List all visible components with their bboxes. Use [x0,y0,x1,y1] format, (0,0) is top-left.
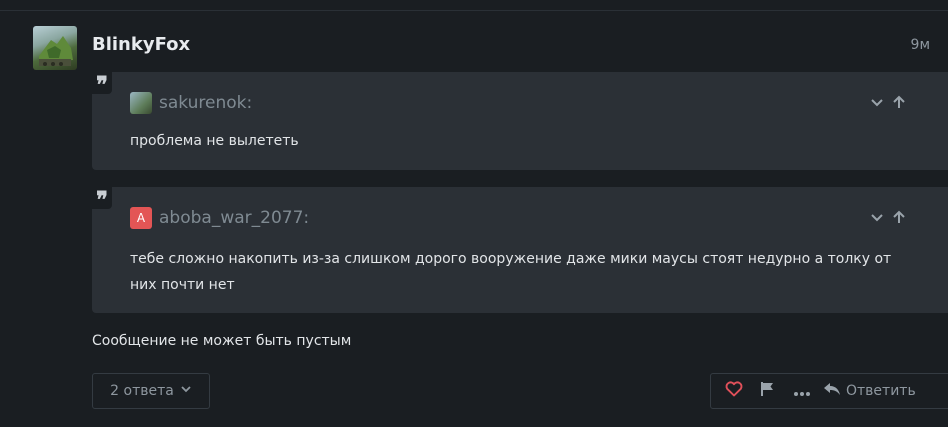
quote-username[interactable]: sakurenok: [159,93,252,113]
ellipsis-icon [793,382,811,401]
go-to-quote-arrow-icon[interactable] [891,94,907,110]
post-time[interactable]: 9м [911,37,930,53]
quote-header: A aboba_war_2077: [130,207,309,229]
quote-username[interactable]: aboba_war_2077: [159,208,309,228]
quote-block: ❞ A aboba_war_2077: тебе сложно накопить… [92,187,948,313]
quote-text: проблема не вылететь [130,133,299,149]
quote-user-avatar[interactable] [130,92,152,114]
quote-actions [869,94,907,110]
like-button[interactable] [721,374,747,408]
more-options-button[interactable] [787,374,817,408]
quote-actions [869,209,907,225]
report-button[interactable] [747,374,787,408]
quote-header: sakurenok: [130,92,252,114]
reply-label: Ответить [846,383,916,399]
flag-icon [759,381,775,401]
reply-arrow-icon [823,382,841,400]
replies-count-label: 2 ответа [110,383,174,399]
quote-mark-icon: ❞ [92,72,112,96]
chevron-down-icon [180,383,192,399]
heart-icon [725,381,743,401]
expand-chevron-icon[interactable] [869,94,885,110]
quote-block: ❞ sakurenok: проблема не вылететь [92,72,948,170]
go-to-quote-arrow-icon[interactable] [891,209,907,225]
post-message: Сообщение не может быть пустым [92,333,352,349]
author-avatar[interactable] [33,26,77,70]
quote-text: тебе сложно накопить из-за слишком дорог… [130,251,892,293]
quote-mark-icon: ❞ [92,187,112,211]
quote-user-avatar[interactable]: A [130,207,152,229]
replies-toggle-button[interactable]: 2 ответа [92,373,210,409]
top-divider [0,10,948,11]
reply-button[interactable]: Ответить [817,374,916,408]
post-actions-bar: Ответить [710,373,948,409]
post-author[interactable]: BlinkyFox [92,34,190,55]
expand-chevron-icon[interactable] [869,209,885,225]
